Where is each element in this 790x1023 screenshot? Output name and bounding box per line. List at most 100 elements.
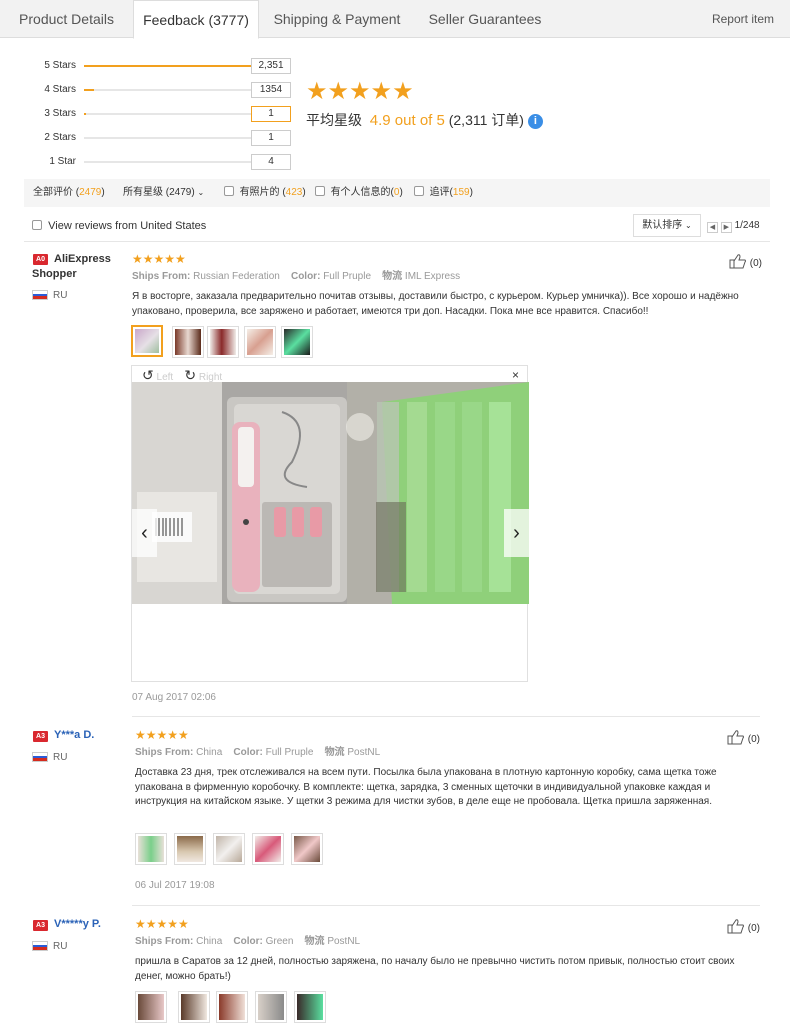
review-photo-thumb[interactable]	[252, 833, 284, 865]
review-photo-thumb[interactable]	[244, 326, 276, 358]
review-photo-thumb[interactable]	[255, 991, 287, 1023]
rating-row-5[interactable]: 5 Stars 2,351	[30, 58, 300, 74]
rating-row-1[interactable]: 1 Star 4	[30, 154, 300, 170]
helpful-button[interactable]: (0)	[727, 918, 760, 937]
divider	[24, 241, 770, 242]
tab-feedback[interactable]: Feedback (3777)	[133, 0, 259, 39]
review-meta: Ships From: Russian Federation Color: Fu…	[132, 271, 461, 282]
rating-row-label: 1 Star	[49, 156, 76, 167]
review-date: 07 Aug 2017 02:06	[132, 692, 216, 703]
helpful-button[interactable]: (0)	[729, 253, 762, 272]
thumbs-up-icon	[729, 254, 746, 269]
rating-row-count: 1354	[251, 82, 291, 98]
review-meta: Ships From: China Color: Full Pruple 物流 …	[135, 747, 381, 758]
review-text: Я в восторге, заказала предварительно по…	[132, 291, 739, 317]
close-icon[interactable]: ×	[512, 369, 519, 381]
rating-row-3[interactable]: 3 Stars 1	[30, 106, 300, 122]
divider	[132, 716, 760, 717]
rotate-left-icon: ↺	[142, 367, 154, 383]
review-photo-thumb[interactable]	[178, 991, 210, 1023]
average-rating: 平均星级 4.9 out of 5 (2,311 订单) i	[306, 110, 543, 131]
rating-row-count: 1	[251, 106, 291, 122]
filter-photos[interactable]: 有照片的 (423)	[224, 179, 306, 207]
photos-checkbox[interactable]	[224, 186, 234, 196]
photo-viewer: ↺ Left ↻ Right × ‹ ›	[131, 365, 529, 682]
next-page-button[interactable]: ▶	[720, 222, 732, 233]
reviewer-country: RU	[53, 290, 68, 301]
review-text: пришла в Саратов за 12 дней, полностью з…	[135, 956, 735, 982]
personal-checkbox[interactable]	[315, 186, 325, 196]
tab-shipping-payment[interactable]: Shipping & Payment	[259, 0, 415, 38]
prev-photo-button[interactable]: ‹	[132, 509, 157, 557]
rating-row-count: 2,351	[251, 58, 291, 74]
append-checkbox[interactable]	[414, 186, 424, 196]
review-photo-thumb[interactable]	[281, 326, 313, 358]
report-item-link[interactable]: Report item	[712, 0, 774, 38]
rating-row-count: 1	[251, 130, 291, 146]
rating-bar-fill	[84, 113, 86, 115]
review-photo-thumb[interactable]	[216, 991, 248, 1023]
reviewer-country: RU	[53, 752, 68, 763]
review-photo-thumb[interactable]	[294, 991, 326, 1023]
tab-bar: Product Details Feedback (3777) Shipping…	[0, 0, 790, 39]
reviewer-name: AliExpress	[54, 253, 111, 265]
review-photo-thumb[interactable]	[131, 325, 163, 357]
prev-page-button[interactable]: ◀	[707, 222, 718, 233]
toothbrush-package-photo	[132, 382, 529, 604]
ru-flag-icon	[32, 752, 48, 762]
us-reviews-toggle[interactable]: View reviews from United States	[32, 218, 206, 234]
rotate-right-icon: ↻	[184, 367, 197, 383]
rating-row-count: 4	[251, 154, 291, 170]
buyer-level-badge: A3	[33, 920, 48, 931]
review-photo-thumb[interactable]	[174, 833, 206, 865]
rating-bar	[84, 65, 274, 67]
us-reviews-label: View reviews from United States	[48, 220, 207, 232]
review-photo-large: ‹ ›	[132, 382, 529, 604]
filter-bar: 全部评价 (2479) 所有星级 (2479) ⌄ 有照片的 (423) 有个人…	[24, 179, 770, 207]
rating-bar	[84, 113, 274, 115]
sort-dropdown[interactable]: 默认排序 ⌄	[633, 214, 701, 237]
buyer-level-badge: A0	[33, 254, 48, 265]
rating-bar	[84, 137, 274, 139]
rating-bar	[84, 161, 274, 163]
rating-row-2[interactable]: 2 Stars 1	[30, 130, 300, 146]
pager: ◀ ▶ 1/248	[707, 220, 760, 233]
rating-row-label: 5 Stars	[44, 60, 76, 71]
rating-row-4[interactable]: 4 Stars 1354	[30, 82, 300, 98]
filter-personal[interactable]: 有个人信息的(0)	[315, 179, 403, 207]
tab-product-details[interactable]: Product Details	[0, 0, 133, 38]
thumbs-up-icon	[727, 919, 744, 934]
reviewer-name-cont: Shopper	[32, 268, 77, 280]
reviewer-name[interactable]: Y***a D.	[54, 728, 94, 743]
average-prefix: 平均星级	[306, 112, 362, 128]
filter-all[interactable]: 全部评价 (2479)	[33, 179, 105, 207]
helpful-button[interactable]: (0)	[727, 729, 760, 748]
buyer-level-badge: A3	[33, 731, 48, 742]
review-photo-thumb[interactable]	[207, 326, 239, 358]
review-text: Доставка 23 дня, трек отслеживался на вс…	[135, 767, 717, 807]
ru-flag-icon	[32, 941, 48, 951]
review-photo-thumb[interactable]	[213, 833, 245, 865]
chevron-down-icon: ⌄	[197, 188, 205, 197]
thumbs-up-icon	[727, 730, 744, 745]
star-filter-select[interactable]: 所有星级 (2479) ⌄	[123, 179, 204, 207]
reviewer-name[interactable]: V*****y P.	[54, 917, 101, 932]
next-photo-button[interactable]: ›	[504, 509, 529, 557]
review-stars: ★★★★★	[135, 728, 189, 742]
chevron-down-icon: ⌄	[685, 221, 692, 230]
average-score: 4.9 out of 5	[369, 112, 445, 129]
review-stars: ★★★★★	[132, 252, 186, 266]
info-icon[interactable]: i	[527, 114, 543, 129]
review-photo-thumb[interactable]	[135, 833, 167, 865]
divider	[132, 905, 760, 906]
page-indicator: 1/248	[734, 220, 760, 231]
ru-flag-icon	[32, 290, 48, 300]
review-photo-thumb[interactable]	[291, 833, 323, 865]
tab-seller-guarantees[interactable]: Seller Guarantees	[415, 0, 555, 38]
review-photo-thumb[interactable]	[135, 991, 167, 1023]
us-reviews-checkbox[interactable]	[32, 220, 42, 230]
review-meta: Ships From: China Color: Green 物流 PostNL	[135, 936, 361, 947]
order-count: (2,311 订单)	[448, 112, 524, 128]
filter-append[interactable]: 追评(159)	[414, 179, 473, 207]
review-photo-thumb[interactable]	[172, 326, 204, 358]
